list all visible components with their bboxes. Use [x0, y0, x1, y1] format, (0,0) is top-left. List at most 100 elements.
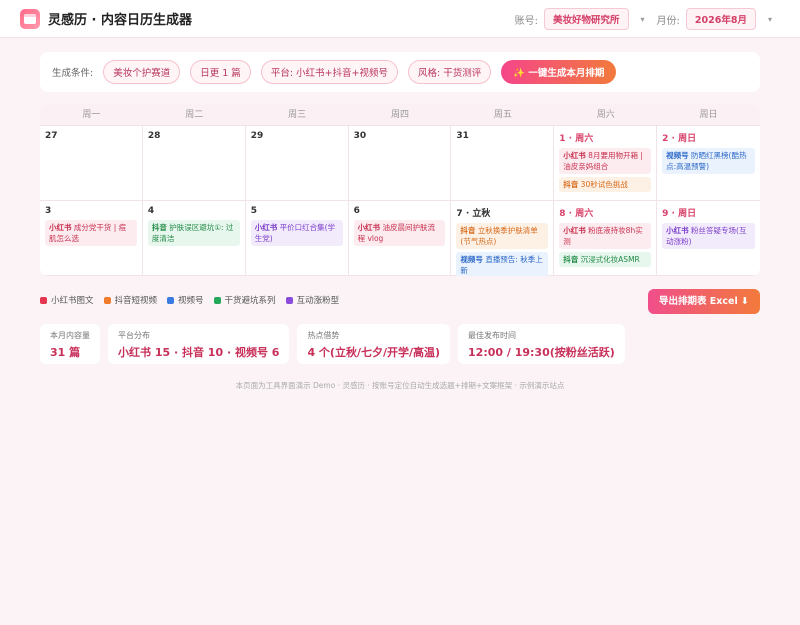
calendar-day[interactable]: 5 小红书 平价口红合集(学生党) [245, 201, 349, 276]
calendar-day[interactable]: 7 · 立秋抖音 立秋换季护肤清单(节气热点) 视频号 直播预告: 秋季上新 [451, 201, 555, 276]
day-number: 5 [250, 206, 257, 216]
weekday-thu: 周四 [390, 110, 409, 120]
legend-swatch [167, 296, 175, 304]
stat-card: 最佳发布时间 12:00 / 19:30(按粉丝活跃) [458, 324, 625, 364]
event-platform: 小红书 [49, 223, 72, 232]
event-platform: 小红书 [563, 226, 586, 235]
event-platform: 抖音 [460, 226, 476, 235]
stat-value: 小红书 15 · 抖音 10 · 视频号 6 [118, 346, 280, 359]
legend-label: 视频号 [178, 296, 204, 306]
condition-style[interactable]: 风格: 干货测评 [407, 60, 492, 84]
legend-item: 抖音短视频 [103, 294, 158, 306]
app-header: 灵感历 · 内容日历生成器 账号: 美妆好物研究所 ▾ 月份: 2026年8月 … [0, 0, 800, 38]
calendar-day[interactable]: 28 [142, 126, 246, 201]
stat-value: 4 个(立秋/七夕/开学/高温) [307, 346, 441, 359]
day-number: 9 · 周日 [662, 209, 697, 219]
stat-label: 平台分布 [118, 331, 150, 340]
weekday-tue: 周二 [185, 110, 204, 120]
stat-value: 12:00 / 19:30(按粉丝活跃) [468, 346, 615, 359]
calendar-event[interactable]: 小红书 平价口红合集(学生党) [250, 220, 343, 246]
calendar-event[interactable]: 小红书 成分党干货 | 痘肌怎么选 [45, 220, 137, 246]
calendar-day[interactable]: 27 [40, 126, 143, 201]
event-title: 30秒试色挑战 [580, 180, 628, 189]
header-controls: 账号: 美妆好物研究所 ▾ 月份: 2026年8月 ▾ [515, 0, 778, 38]
legend-item: 小红书图文 [40, 294, 94, 306]
export-excel-button[interactable]: 导出排期表 Excel ⬇ [648, 289, 760, 314]
condition-platform[interactable]: 平台: 小红书+抖音+视频号 [260, 60, 398, 84]
event-platform: 小红书 [666, 226, 689, 235]
day-number: 8 · 周六 [559, 209, 594, 219]
calendar-day[interactable]: 9 · 周日小红书 粉丝答疑专场(互动涨粉) [657, 201, 760, 276]
account-label: 账号: [514, 15, 539, 27]
calendar-day[interactable]: 29 [245, 126, 349, 201]
event-platform: 视频号 [460, 255, 483, 264]
day-number: 29 [250, 131, 264, 141]
calendar-day[interactable]: 4 抖音 护肤误区避坑①: 过度清洁 [142, 201, 246, 276]
event-platform: 抖音 [563, 180, 579, 189]
calendar-day[interactable]: 31 [451, 126, 555, 201]
calendar-event[interactable]: 视频号 直播预告: 秋季上新 [456, 252, 549, 276]
day-number: 4 [147, 206, 155, 216]
stat-label: 最佳发布时间 [468, 331, 517, 340]
legend-swatch [103, 296, 111, 304]
day-number: 28 [147, 131, 161, 141]
stat-card: 平台分布 小红书 15 · 抖音 10 · 视频号 6 [108, 324, 290, 364]
calendar-event[interactable]: 小红书 8月要用物开箱 | 油皮亲妈组合 [559, 148, 652, 174]
calendar-event[interactable]: 小红书 油皮晨间护肤流程 vlog [353, 220, 446, 246]
event-platform: 小红书 [254, 223, 278, 232]
weekday-fri: 周五 [493, 110, 512, 120]
legend-item: 互动涨粉型 [285, 294, 339, 306]
calendar-day[interactable]: 1 · 周六小红书 8月要用物开箱 | 油皮亲妈组合抖音 30秒试色挑战 [554, 126, 658, 201]
weekday-sat: 周六 [596, 110, 615, 120]
account-select[interactable]: 美妆好物研究所 [544, 8, 629, 30]
calendar-day[interactable]: 2 · 周日视频号 防晒红黑榜(酷热点:高温预警) [657, 126, 760, 201]
event-title: 沉浸式化妆ASMR [580, 255, 640, 264]
day-number: 27 [45, 131, 58, 141]
chevron-down-icon[interactable]: ▾ [768, 15, 772, 24]
stat-label: 热点借势 [307, 331, 340, 340]
day-number: 1 · 周六 [559, 134, 594, 144]
weekday-mon: 周一 [82, 110, 101, 120]
legend-swatch [285, 296, 293, 304]
calendar-day[interactable]: 8 · 周六小红书 粉底液持妆8h实测抖音 沉浸式化妆ASMR [554, 201, 658, 276]
calendar-grid: 27 28 29 30 31 1 · 周六 小红书 8月要用物开箱 | 油皮亲妈组合 抖音 3… [40, 126, 760, 276]
stat-label: 本月内容量 [50, 331, 90, 340]
stat-value: 31 篇 [50, 346, 81, 359]
generation-conditions: 生成条件: 美妆个护赛道 日更 1 篇 平台: 小红书+抖音+视频号 风格: 干… [40, 52, 760, 92]
chevron-down-icon[interactable]: ▾ [641, 15, 645, 24]
event-platform: 抖音 [151, 223, 167, 232]
legend-item: 干货避坑系列 [213, 294, 276, 306]
day-number: 6 [353, 206, 360, 216]
day-number: 7 · 立秋 [456, 209, 491, 219]
calendar-event[interactable]: 视频号 防晒红黑榜(酷热点:高温预警) [662, 148, 755, 174]
calendar-event[interactable]: 抖音 30秒试色挑战 [559, 177, 652, 192]
calendar-event[interactable]: 小红书 粉丝答疑专场(互动涨粉) [662, 223, 755, 249]
stats-row: 本月内容量 31 篇 平台分布 小红书 15 · 抖音 10 · 视频号 6 热… [40, 324, 625, 364]
calendar-event[interactable]: 抖音 护肤误区避坑①: 过度清洁 [147, 220, 240, 246]
condition-track[interactable]: 美妆个护赛道 [103, 60, 181, 84]
calendar-event[interactable]: 抖音 沉浸式化妆ASMR [559, 252, 652, 267]
stat-card: 热点借势 4 个(立秋/七夕/开学/高温) [297, 324, 451, 364]
month-select[interactable]: 2026年8月 [685, 8, 756, 30]
event-platform: 小红书 [357, 223, 381, 232]
conditions-label: 生成条件: [52, 68, 94, 79]
generate-schedule-button[interactable]: ✨ 一键生成本月排期 [501, 60, 617, 84]
calendar-day[interactable]: 3 小红书 成分党干货 | 痘肌怎么选 [40, 201, 143, 276]
footer-note: 本页面为工具界面演示 Demo · 灵感历 · 按账号定位自动生成选题+排期+文… [235, 381, 565, 390]
calendar-icon [20, 8, 40, 29]
condition-frequency[interactable]: 日更 1 篇 [190, 60, 251, 84]
calendar-event[interactable]: 抖音 立秋换季护肤清单(节气热点) [456, 223, 549, 249]
calendar-event[interactable]: 小红书 粉底液持妆8h实测 [559, 223, 652, 249]
calendar-day[interactable]: 30 [348, 126, 452, 201]
event-platform: 抖音 [563, 255, 579, 264]
day-number: 2 · 周日 [662, 134, 697, 144]
weekday-sun: 周日 [699, 110, 718, 120]
legend-label: 干货避坑系列 [224, 296, 276, 306]
month-label: 月份: [656, 15, 680, 27]
weekday-header: 周一 周二 周三 周四 周五 周六 周日 [40, 104, 760, 126]
content-calendar: 周一 周二 周三 周四 周五 周六 周日 27 28 29 30 31 1 · 周六 小红书… [40, 104, 760, 276]
event-platform: 视频号 [666, 151, 689, 160]
legend-label: 抖音短视频 [114, 296, 158, 306]
weekday-wed: 周三 [288, 110, 307, 120]
calendar-day[interactable]: 6 小红书 油皮晨间护肤流程 vlog [348, 201, 452, 276]
